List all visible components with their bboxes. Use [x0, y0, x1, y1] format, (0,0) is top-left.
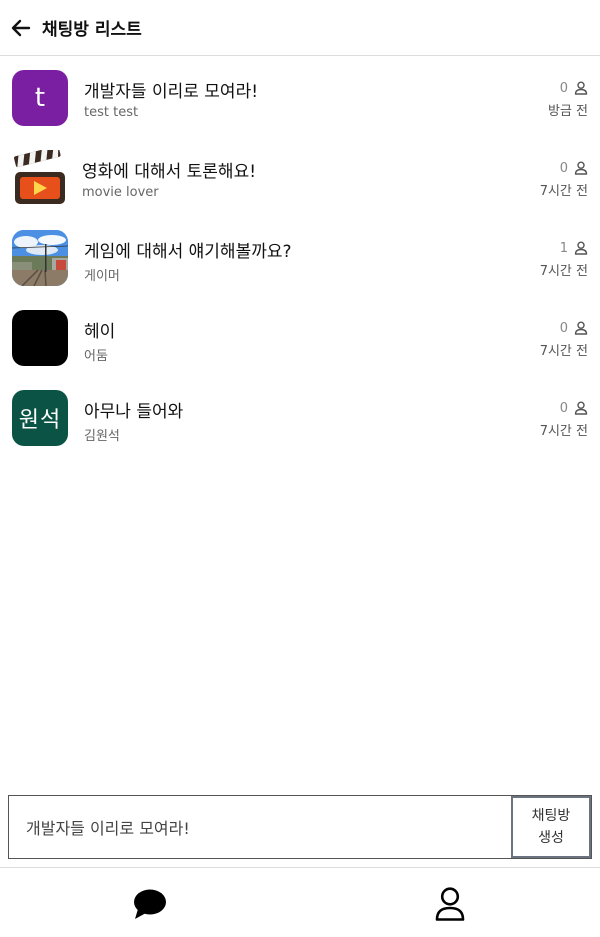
avatar-letter: t [34, 83, 46, 113]
create-room-button[interactable]: 채팅방 생성 [511, 796, 591, 858]
room-avatar [12, 150, 68, 206]
room-avatar [12, 310, 68, 366]
room-time: 7시간 전 [539, 424, 588, 439]
app: 채팅방 리스트 t 개발자들 이리로 모여라! test test 0 방금 전 [0, 0, 600, 937]
back-button[interactable] [11, 18, 31, 38]
room-name: 게임에 대해서 얘기해볼까요? [84, 242, 292, 262]
clapperboard-icon [14, 150, 65, 204]
participant-count: 0 [559, 80, 568, 96]
room-item[interactable]: 헤이 어둠 0 7시간 전 [0, 297, 600, 377]
room-name: 개발자들 이리로 모여라! [84, 82, 259, 102]
room-name: 영화에 대해서 토론해요! [82, 162, 257, 182]
room-owner: 게이머 [84, 269, 120, 284]
header: 채팅방 리스트 [0, 0, 600, 56]
room-meta: 1 7시간 전 [539, 239, 588, 280]
room-meta: 0 7시간 전 [539, 159, 588, 200]
participant-count: 0 [559, 320, 568, 336]
user-icon [574, 161, 588, 175]
room-time: 7시간 전 [539, 184, 588, 199]
bottom-nav [0, 867, 600, 937]
room-item[interactable]: 게임에 대해서 얘기해볼까요? 게이머 1 7시간 전 [0, 217, 600, 297]
room-meta: 0 7시간 전 [539, 399, 588, 440]
room-name: 헤이 [84, 322, 116, 342]
room-list: t 개발자들 이리로 모여라! test test 0 방금 전 영화에 대해서… [0, 57, 600, 457]
room-time: 7시간 전 [539, 344, 588, 359]
user-icon [574, 321, 588, 335]
room-name: 아무나 들어와 [84, 402, 184, 422]
arrow-left-icon [11, 19, 31, 36]
room-avatar [12, 230, 68, 286]
chat-bubble-icon [134, 889, 166, 919]
room-time: 7시간 전 [539, 264, 588, 279]
user-icon [574, 81, 588, 95]
room-avatar: t [12, 70, 68, 126]
create-room-form: 채팅방 생성 [8, 795, 592, 859]
user-icon [435, 887, 465, 921]
room-name-input[interactable] [9, 796, 511, 858]
participant-count: 0 [559, 400, 568, 416]
room-owner: test test [84, 105, 139, 120]
page-title: 채팅방 리스트 [42, 20, 142, 40]
participant-count: 1 [559, 240, 568, 256]
participant-count: 0 [559, 160, 568, 176]
room-owner: 김원석 [84, 429, 120, 444]
user-icon [574, 241, 588, 255]
room-meta: 0 방금 전 [547, 79, 588, 120]
room-avatar: 원석 [12, 390, 68, 446]
nav-profile-button[interactable] [430, 884, 470, 924]
room-time: 방금 전 [547, 104, 588, 119]
room-item[interactable]: t 개발자들 이리로 모여라! test test 0 방금 전 [0, 57, 600, 137]
railway-photo [12, 230, 68, 286]
avatar-text: 원석 [18, 408, 62, 433]
nav-chat-button[interactable] [130, 884, 170, 924]
room-item[interactable]: 원석 아무나 들어와 김원석 0 7시간 전 [0, 377, 600, 457]
user-icon [574, 401, 588, 415]
room-owner: 어둠 [84, 349, 108, 364]
room-item[interactable]: 영화에 대해서 토론해요! movie lover 0 7시간 전 [0, 137, 600, 217]
room-meta: 0 7시간 전 [539, 319, 588, 360]
room-owner: movie lover [82, 185, 159, 200]
